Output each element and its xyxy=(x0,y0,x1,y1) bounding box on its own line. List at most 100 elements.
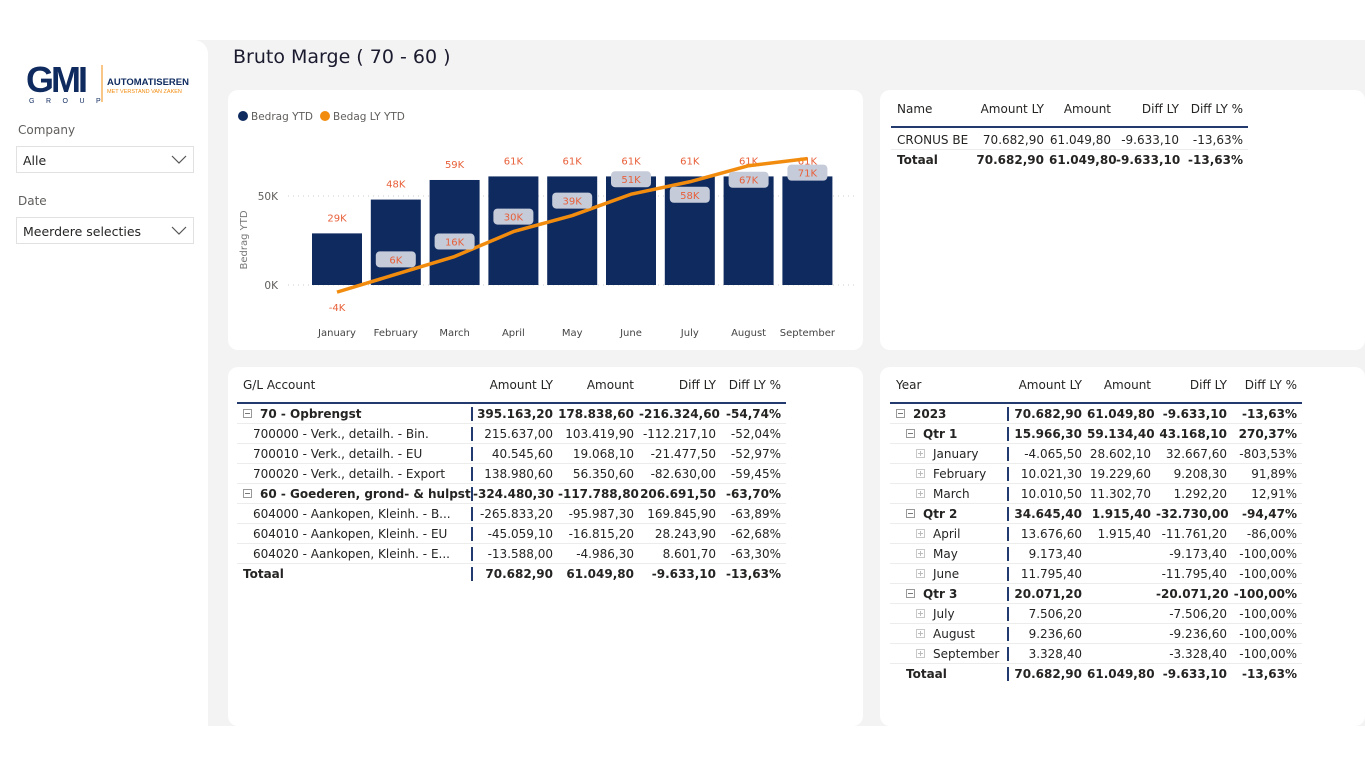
value-cell: 270,37% xyxy=(1238,426,1297,441)
value-cell: -3.328,40 xyxy=(1169,646,1227,661)
table-row: September 3.328,40 -3.328,40 -100,00% xyxy=(890,644,1302,664)
date-dropdown[interactable]: Meerdere selecties xyxy=(16,217,194,244)
bar[interactable] xyxy=(312,233,362,285)
table-row: August 9.236,60 -9.236,60 -100,00% xyxy=(890,624,1302,644)
x-tick-label: March xyxy=(439,328,469,339)
value-cell: -7.506,20 xyxy=(1169,606,1227,621)
column-header[interactable]: Diff LY xyxy=(1116,102,1184,116)
chart-card: Bedrag YTD Bedag LY YTD 0K 50K Bedrag YTD 29K… xyxy=(228,90,863,350)
value-cell: 70.682,90 xyxy=(982,132,1044,147)
value-cell: -324.480,30 xyxy=(473,486,554,501)
expand-icon[interactable] xyxy=(916,608,925,618)
expand-icon[interactable] xyxy=(916,628,925,638)
column-header[interactable]: Diff LY % xyxy=(1232,378,1302,392)
value-cell: 395.163,20 xyxy=(477,406,553,421)
row-label: 70 - Opbrengst xyxy=(260,406,362,421)
value-cell: -117.788,80 xyxy=(558,486,639,501)
expand-icon[interactable] xyxy=(916,468,925,478)
table-row: Qtr 3 20.071,20 -20.071,20 -100,00% xyxy=(890,584,1302,604)
table-row: 700000 - Verk., detailh. - Bin. 215.637,0… xyxy=(237,424,786,444)
value-cell: 61.049,80 xyxy=(1087,406,1155,421)
column-header[interactable]: Diff LY xyxy=(639,378,721,392)
table-header: Year Amount LY Amount Diff LY Diff LY % xyxy=(890,378,1302,404)
bar[interactable] xyxy=(723,176,774,285)
collapse-icon[interactable] xyxy=(906,428,915,438)
expand-icon[interactable] xyxy=(916,548,925,558)
column-header[interactable]: Amount LY xyxy=(1009,378,1087,392)
row-label-cell: 2023 xyxy=(890,406,1009,421)
collapse-icon[interactable] xyxy=(906,508,915,518)
row-label: August xyxy=(933,626,975,641)
column-header[interactable]: Year xyxy=(890,378,1009,392)
column-header[interactable]: G/L Account xyxy=(237,378,473,392)
svg-text:GMI: GMI xyxy=(26,62,86,100)
collapse-icon[interactable] xyxy=(243,488,252,498)
value-cell: -52,97% xyxy=(730,446,781,461)
column-header[interactable]: Diff LY xyxy=(1156,378,1232,392)
legend-label[interactable]: Bedrag YTD xyxy=(251,111,313,123)
row-label-cell: Totaal xyxy=(237,567,473,581)
row-label-cell: January xyxy=(890,446,1009,461)
bar-data-label: 61K xyxy=(504,156,524,167)
column-header[interactable]: Amount LY xyxy=(473,378,558,392)
value-cell: -100,00% xyxy=(1239,546,1297,561)
expand-icon[interactable] xyxy=(916,568,925,578)
collapse-icon[interactable] xyxy=(243,408,252,418)
legend-marker xyxy=(320,111,330,121)
value-cell: 10.010,50 xyxy=(1020,486,1082,501)
gmi-logo-image: GMI GROUP AUTOMATISEREN MET VERSTAND VAN… xyxy=(26,59,189,105)
column-header[interactable]: Name xyxy=(891,102,975,116)
expand-icon[interactable] xyxy=(916,648,925,658)
value-cell: -94,47% xyxy=(1242,506,1297,521)
row-label: Qtr 3 xyxy=(923,586,958,601)
column-header[interactable]: Amount xyxy=(558,378,639,392)
value-cell: -216.324,60 xyxy=(639,406,720,421)
legend-label[interactable]: Bedag LY YTD xyxy=(333,111,405,123)
bar[interactable] xyxy=(370,199,421,285)
bar-data-label: 61K xyxy=(680,156,700,167)
value-cell: 56.350,60 xyxy=(572,466,634,481)
value-cell: -100,00% xyxy=(1239,566,1297,581)
value-cell: 61.049,80 xyxy=(1087,667,1155,681)
column-header[interactable]: Amount LY xyxy=(975,102,1049,116)
value-cell: 43.168,10 xyxy=(1159,426,1227,441)
value-cell: 12,91% xyxy=(1251,486,1297,501)
expand-icon[interactable] xyxy=(916,528,925,538)
gl-account-table: G/L Account Amount LY Amount Diff LY Diff LY… xyxy=(237,378,786,584)
table-row: CRONUS BE 70.682,90 61.049,80 -9.633,10 -13,… xyxy=(891,130,1248,150)
column-header[interactable]: Amount xyxy=(1049,102,1116,116)
value-cell: 40.545,60 xyxy=(491,446,553,461)
value-cell: -63,70% xyxy=(726,486,781,501)
bar[interactable] xyxy=(429,179,480,285)
value-cell: -265.833,20 xyxy=(479,506,553,521)
table-row: Qtr 1 15.966,30 59.134,40 43.168,10 270,37% xyxy=(890,424,1302,444)
value-cell: 169.845,90 xyxy=(647,506,716,521)
line-data-label: 6K xyxy=(389,255,402,266)
value-cell: -62,68% xyxy=(730,526,781,541)
value-cell: -86,00% xyxy=(1246,526,1297,541)
column-header[interactable]: Diff LY % xyxy=(721,378,786,392)
expand-icon[interactable] xyxy=(916,448,925,458)
row-label: CRONUS BE xyxy=(897,132,969,147)
row-label: 604000 - Aankopen, Kleinh. - B... xyxy=(253,506,451,521)
value-cell: 9.236,60 xyxy=(1028,626,1082,641)
period-table: Year Amount LY Amount Diff LY Diff LY % 2023 7… xyxy=(890,378,1302,684)
chevron-down-icon xyxy=(171,226,187,235)
line-data-label: 16K xyxy=(445,238,465,249)
expand-icon[interactable] xyxy=(916,488,925,498)
bar[interactable] xyxy=(782,176,833,285)
value-cell: -45.059,10 xyxy=(487,526,553,541)
column-header[interactable]: Amount xyxy=(1087,378,1156,392)
bar-data-label: 48K xyxy=(386,180,406,191)
row-label: Qtr 2 xyxy=(923,506,958,521)
collapse-icon[interactable] xyxy=(896,408,905,418)
column-header[interactable]: Diff LY % xyxy=(1184,102,1248,116)
row-label-cell: 700020 - Verk., detailh. - Export xyxy=(237,466,473,481)
company-dropdown[interactable]: Alle xyxy=(16,146,194,173)
row-label: 700010 - Verk., detailh. - EU xyxy=(253,446,423,461)
value-cell: -13.588,00 xyxy=(487,546,553,561)
collapse-icon[interactable] xyxy=(906,588,915,598)
date-filter-label: Date xyxy=(18,194,47,208)
value-cell: -9.633,10 xyxy=(1121,132,1179,147)
value-cell: -9.633,10 xyxy=(1162,667,1227,681)
